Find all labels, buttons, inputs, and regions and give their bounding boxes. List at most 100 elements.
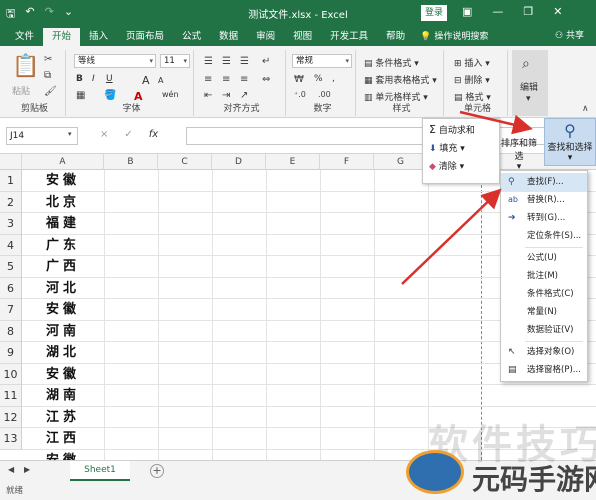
login-button[interactable]: 登录 <box>421 5 447 21</box>
bold-button[interactable]: B <box>76 74 83 84</box>
align-center-icon[interactable]: ≡ <box>222 74 230 85</box>
chevron-down-icon[interactable]: ▾ <box>68 130 72 138</box>
borders-icon[interactable]: ▦ <box>76 90 85 101</box>
menu-item-find[interactable]: ⚲ 查找(F)... <box>501 173 587 192</box>
menu-item-conditional-formatting[interactable]: 条件格式(C) <box>501 285 587 304</box>
italic-button[interactable]: I <box>92 74 95 84</box>
row-header[interactable]: 13 <box>0 428 21 450</box>
font-name-select[interactable]: 等线 ▾ <box>74 54 156 68</box>
next-sheet-icon[interactable]: ▶ <box>24 465 30 474</box>
close-icon[interactable]: ✕ <box>553 5 562 18</box>
merge-center-icon[interactable]: ⇔ <box>262 74 270 85</box>
restore-icon[interactable]: ❐ <box>523 5 533 18</box>
increase-indent-icon[interactable]: ⇥ <box>222 90 230 101</box>
cell-a[interactable]: 安徽 <box>22 450 104 461</box>
cell-a[interactable]: 湖南 <box>22 385 104 407</box>
row-header[interactable]: 6 <box>0 278 21 299</box>
prev-sheet-icon[interactable]: ◀ <box>8 465 14 474</box>
collapse-ribbon-icon[interactable]: ∧ <box>582 104 589 114</box>
cell-a[interactable]: 广西 <box>22 256 104 278</box>
add-sheet-button[interactable]: + <box>150 464 164 478</box>
tab-data[interactable]: 数据 <box>210 28 247 46</box>
cell-a[interactable]: 湖北 <box>22 342 104 364</box>
format-as-table-button[interactable]: ▦ 套用表格格式 ▾ <box>364 73 437 86</box>
grow-font-button[interactable]: A <box>142 74 150 87</box>
cell-a[interactable]: 安徽 <box>22 299 104 321</box>
insert-function-icon[interactable]: fx <box>149 129 158 140</box>
tab-page-layout[interactable]: 页面布局 <box>117 28 173 46</box>
align-middle-icon[interactable]: ☰ <box>222 56 231 67</box>
number-format-select[interactable]: 常规 ▾ <box>292 54 352 68</box>
find-select-button[interactable]: ⚲ 查找和选择 ▾ <box>544 118 596 166</box>
column-header[interactable]: A <box>22 154 104 170</box>
tab-insert[interactable]: 插入 <box>80 28 117 46</box>
underline-button[interactable]: U <box>106 74 113 84</box>
paste-icon[interactable]: 📋 <box>12 54 39 79</box>
cell-a[interactable]: 广东 <box>22 235 104 257</box>
shrink-font-button[interactable]: A <box>158 76 163 85</box>
row-header[interactable]: 10 <box>0 364 21 385</box>
row-header[interactable]: 1 <box>0 170 21 192</box>
column-header[interactable]: G <box>374 154 428 170</box>
align-right-icon[interactable]: ≡ <box>240 74 248 85</box>
align-left-icon[interactable]: ≡ <box>204 74 212 85</box>
cell-a[interactable]: 江苏 <box>22 407 104 429</box>
font-size-select[interactable]: 11 ▾ <box>160 54 190 68</box>
cell-a[interactable]: 安徽 <box>22 364 104 386</box>
menu-item-formulas[interactable]: 公式(U) <box>501 249 587 268</box>
row-header[interactable]: 2 <box>0 192 21 213</box>
column-header[interactable]: F <box>320 154 374 170</box>
cell-a[interactable]: 河北 <box>22 278 104 300</box>
menu-item-selection-pane[interactable]: ▤ 选择窗格(P)... <box>501 361 587 380</box>
decrease-indent-icon[interactable]: ⇤ <box>204 90 212 101</box>
cell-a[interactable]: 福建 <box>22 213 104 235</box>
wrap-text-icon[interactable]: ↵ <box>262 56 270 67</box>
comma-button[interactable]: , <box>332 74 335 84</box>
menu-item-goto-special[interactable]: 定位条件(S)... <box>501 227 587 246</box>
select-all-corner[interactable] <box>0 154 22 170</box>
column-header[interactable]: C <box>158 154 212 170</box>
row-header[interactable]: 9 <box>0 342 21 364</box>
column-header[interactable]: E <box>266 154 320 170</box>
cancel-icon[interactable]: × <box>100 129 108 140</box>
column-header[interactable]: B <box>104 154 158 170</box>
row-header[interactable]: 7 <box>0 299 21 321</box>
cell-a[interactable]: 江西 <box>22 428 104 450</box>
tab-formulas[interactable]: 公式 <box>173 28 210 46</box>
clear-button[interactable]: ◆ 清除 ▾ <box>429 159 464 172</box>
tab-home[interactable]: 开始 <box>43 28 81 46</box>
align-top-icon[interactable]: ☰ <box>204 56 213 67</box>
row-header[interactable]: 8 <box>0 321 21 342</box>
ribbon-display-icon[interactable]: ▣ <box>462 5 472 18</box>
copy-icon[interactable]: ⧉ <box>44 70 51 81</box>
conditional-formatting-button[interactable]: ▤ 条件格式 ▾ <box>364 56 419 69</box>
column-header[interactable]: D <box>212 154 266 170</box>
tab-view[interactable]: 视图 <box>284 28 321 46</box>
paste-label[interactable]: 粘贴 <box>12 84 30 97</box>
fill-color-icon[interactable]: 🪣 <box>104 90 116 101</box>
autosum-button[interactable]: Σ 自动求和 <box>429 123 475 136</box>
tab-review[interactable]: 审阅 <box>247 28 284 46</box>
row-header[interactable]: 5 <box>0 256 21 278</box>
align-bottom-icon[interactable]: ☰ <box>240 56 249 67</box>
menu-item-data-validation[interactable]: 数据验证(V) <box>501 321 587 340</box>
menu-item-select-objects[interactable]: ↖ 选择对象(O) <box>501 343 587 362</box>
increase-decimal-icon[interactable]: ⁺.0 <box>294 90 306 99</box>
tab-developer[interactable]: 开发工具 <box>321 28 377 46</box>
row-header[interactable]: 4 <box>0 235 21 256</box>
enter-icon[interactable]: ✓ <box>124 129 132 140</box>
row-header[interactable]: 12 <box>0 407 21 428</box>
sort-filter-button[interactable]: ⇅ 排序和筛选 ▾ <box>497 118 541 172</box>
minimize-icon[interactable]: — <box>492 5 503 18</box>
sheet-tab[interactable]: Sheet1 <box>70 461 130 481</box>
menu-item-constants[interactable]: 常量(N) <box>501 303 587 322</box>
tell-me-search[interactable]: 💡 操作说明搜索 <box>414 28 494 46</box>
cut-icon[interactable]: ✂ <box>44 54 52 65</box>
orientation-icon[interactable]: ↗ <box>240 90 248 101</box>
decrease-decimal-icon[interactable]: .00 <box>318 90 331 99</box>
cell-a[interactable]: 河南 <box>22 321 104 343</box>
phonetic-button[interactable]: wén <box>162 90 179 99</box>
percent-button[interactable]: % <box>314 74 323 84</box>
row-header[interactable]: 3 <box>0 213 21 235</box>
menu-item-goto[interactable]: ➔ 转到(G)... <box>501 209 587 228</box>
